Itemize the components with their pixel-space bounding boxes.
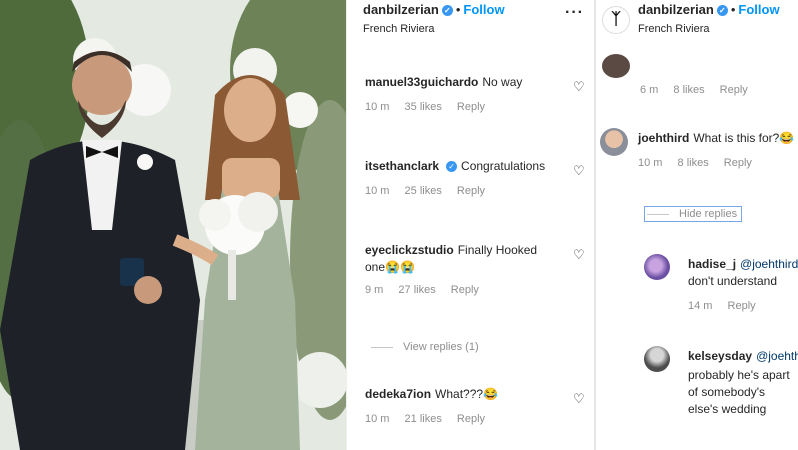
reply-button[interactable]: Reply bbox=[720, 84, 748, 96]
hide-replies-label: Hide replies bbox=[679, 208, 738, 220]
comment-item: dedeka7ion What???😂 10 m 21 likes Reply ♡ bbox=[347, 386, 594, 425]
comment-body: manuel33guichardo No way bbox=[347, 74, 557, 91]
comment-body: joehthird What is this for?😂 bbox=[638, 130, 798, 147]
follow-button[interactable]: Follow bbox=[463, 2, 504, 17]
comment-text: What???😂 bbox=[435, 387, 499, 401]
verified-badge-icon: ✓ bbox=[716, 5, 728, 16]
comment-text: No way bbox=[482, 75, 523, 89]
reply-button[interactable]: Reply bbox=[724, 157, 752, 169]
comment-time: 10 m bbox=[638, 157, 663, 169]
view-replies-label: View replies (1) bbox=[403, 341, 479, 353]
post-header: danbilzerian ✓ • Follow French Riviera ··· bbox=[347, 0, 594, 52]
view-replies-button[interactable]: View replies (1) bbox=[371, 341, 479, 353]
comment-item: itsethanclark ✓ Congratulations 10 m 25 li… bbox=[347, 158, 594, 197]
comment-time: 10 m bbox=[365, 413, 390, 425]
comment-meta: 10 m 25 likes Reply bbox=[347, 185, 594, 197]
comment-time: 10 m bbox=[365, 185, 390, 197]
wedding-photo-illustration bbox=[0, 0, 346, 450]
post-header: danbilzerian ✓ • Follow French Riviera bbox=[596, 0, 798, 52]
wedding-photo bbox=[0, 0, 346, 450]
comment-body: itsethanclark ✓ Congratulations bbox=[347, 158, 557, 175]
comment-body: hadise_j @joehthird don't understand bbox=[688, 256, 798, 290]
comment-body: eyeclickzstudio Finally Hooked one😭😭 bbox=[347, 242, 557, 276]
comment-likes[interactable]: 27 likes bbox=[398, 284, 435, 296]
comment-time: 14 m bbox=[688, 300, 713, 312]
comment-username[interactable]: kelseysday bbox=[688, 349, 752, 363]
comment-username[interactable]: manuel33guichardo bbox=[365, 75, 478, 89]
reply-button[interactable]: Reply bbox=[728, 300, 756, 312]
comments-panel-middle: danbilzerian ✓ • Follow French Riviera ··· … bbox=[346, 0, 594, 450]
comment-meta: 10 m 21 likes Reply bbox=[347, 413, 594, 425]
heart-icon[interactable]: ♡ bbox=[573, 163, 585, 179]
separator-dot: • bbox=[455, 2, 461, 17]
heart-icon[interactable]: ♡ bbox=[573, 247, 585, 263]
reply-button[interactable]: Reply bbox=[457, 185, 485, 197]
comment-username[interactable]: dedeka7ion bbox=[365, 387, 431, 401]
post-username[interactable]: danbilzerian bbox=[363, 2, 439, 17]
comments-panel-right: ᛉ danbilzerian ✓ • Follow French Riviera 6 … bbox=[594, 0, 798, 450]
verified-badge-icon: ✓ bbox=[446, 161, 458, 172]
heart-icon[interactable]: ♡ bbox=[573, 79, 585, 95]
reply-button[interactable]: Reply bbox=[457, 101, 485, 113]
comment-likes[interactable]: 21 likes bbox=[405, 413, 442, 425]
comment-meta: 9 m 27 likes Reply bbox=[347, 284, 594, 296]
post-header-user-row: danbilzerian ✓ • Follow bbox=[638, 2, 780, 17]
comment-text: probably he's apart of somebody's else's… bbox=[688, 368, 790, 416]
avatar[interactable] bbox=[600, 128, 628, 156]
comment-likes[interactable]: 35 likes bbox=[405, 101, 442, 113]
verified-badge-icon: ✓ bbox=[441, 5, 453, 16]
comment-text: Congratulations bbox=[461, 159, 546, 173]
comment-time: 9 m bbox=[365, 284, 384, 296]
avatar[interactable] bbox=[602, 54, 630, 78]
comment-item: eyeclickzstudio Finally Hooked one😭😭 9 m … bbox=[347, 242, 594, 296]
comment-meta: 6 m 8 likes Reply bbox=[640, 84, 760, 96]
reply-button[interactable]: Reply bbox=[451, 284, 479, 296]
comment-item: manuel33guichardo No way 10 m 35 likes Re… bbox=[347, 74, 594, 113]
avatar[interactable] bbox=[644, 254, 670, 280]
comment-meta: 10 m 35 likes Reply bbox=[347, 101, 594, 113]
comment-text: What is this for?😂 bbox=[693, 131, 795, 145]
post-location[interactable]: French Riviera bbox=[363, 23, 435, 35]
mention-link[interactable]: @joehth bbox=[756, 349, 798, 363]
post-location[interactable]: French Riviera bbox=[638, 23, 710, 35]
comment-likes[interactable]: 25 likes bbox=[405, 185, 442, 197]
comment-meta: 10 m 8 likes Reply bbox=[638, 157, 798, 169]
comment-username[interactable]: joehthird bbox=[638, 131, 689, 145]
comment-text: don't understand bbox=[688, 274, 778, 288]
mention-link[interactable]: @joehthird bbox=[740, 257, 798, 271]
comment-time: 10 m bbox=[365, 101, 390, 113]
follow-button[interactable]: Follow bbox=[738, 2, 779, 17]
comment-username[interactable]: hadise_j bbox=[688, 257, 736, 271]
reply-item: hadise_j @joehthird don't understand 14 m… bbox=[688, 256, 798, 312]
separator-dot: • bbox=[730, 2, 736, 17]
divider-line bbox=[647, 213, 669, 215]
post-username[interactable]: danbilzerian bbox=[638, 2, 714, 17]
hide-replies-button[interactable]: Hide replies bbox=[644, 206, 743, 222]
reply-item: kelseysday @joehth probably he's apart of… bbox=[688, 348, 798, 418]
reply-button[interactable]: Reply bbox=[457, 413, 485, 425]
avatar[interactable] bbox=[644, 346, 670, 372]
heart-icon[interactable]: ♡ bbox=[573, 391, 585, 407]
comment-body: kelseysday @joehth bbox=[688, 348, 798, 365]
comment-username[interactable]: itsethanclark bbox=[365, 159, 439, 173]
post-header-user-row: danbilzerian ✓ • Follow bbox=[363, 2, 505, 17]
more-options-icon[interactable]: ··· bbox=[565, 4, 584, 22]
divider-line bbox=[371, 346, 393, 348]
comment-meta: 14 m Reply bbox=[688, 300, 798, 312]
comment-username[interactable]: eyeclickzstudio bbox=[365, 243, 454, 257]
comment-item: joehthird What is this for?😂 10 m 8 likes… bbox=[638, 130, 798, 169]
comment-likes[interactable]: 8 likes bbox=[673, 84, 704, 96]
comment-body: dedeka7ion What???😂 bbox=[347, 386, 557, 403]
comment-time: 6 m bbox=[640, 84, 659, 96]
comment-likes[interactable]: 8 likes bbox=[678, 157, 709, 169]
